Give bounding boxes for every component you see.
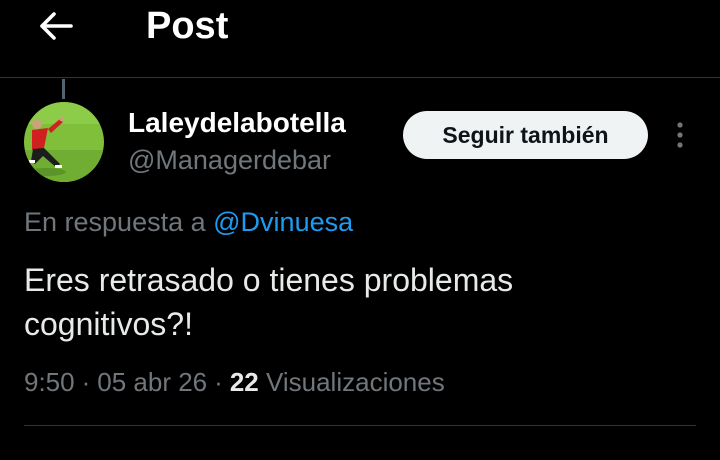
more-vertical-icon bbox=[677, 122, 683, 148]
meta-separator: · bbox=[214, 367, 223, 397]
author-display-name[interactable]: Laleydelabotella bbox=[128, 106, 346, 140]
post-metadata: 9:50 · 05 abr 26 · 22 Visualizaciones bbox=[24, 364, 445, 400]
arrow-left-icon bbox=[40, 12, 73, 40]
post-date[interactable]: 05 abr 26 bbox=[97, 367, 207, 397]
author-handle[interactable]: @Managerdebar bbox=[128, 143, 331, 177]
avatar[interactable] bbox=[24, 102, 104, 182]
meta-separator: · bbox=[81, 367, 91, 397]
views-label[interactable]: Visualizaciones bbox=[266, 367, 445, 397]
top-bar: Post bbox=[0, 0, 720, 78]
post-text: Eres retrasado o tienes problemas cognit… bbox=[24, 262, 514, 342]
thread-connector-line bbox=[62, 79, 65, 99]
post-time[interactable]: 9:50 bbox=[24, 367, 75, 397]
back-button[interactable] bbox=[36, 6, 76, 46]
reply-context: En respuesta a @Dvinuesa bbox=[24, 204, 353, 240]
reply-prefix: En respuesta a bbox=[24, 207, 206, 237]
divider bbox=[24, 425, 696, 426]
views-count[interactable]: 22 bbox=[230, 367, 259, 397]
reply-mention-link[interactable]: @Dvinuesa bbox=[213, 207, 353, 237]
avatar-image bbox=[24, 102, 104, 182]
page-title: Post bbox=[146, 5, 229, 47]
more-options-button[interactable] bbox=[664, 115, 696, 155]
follow-button[interactable]: Seguir también bbox=[403, 111, 648, 159]
